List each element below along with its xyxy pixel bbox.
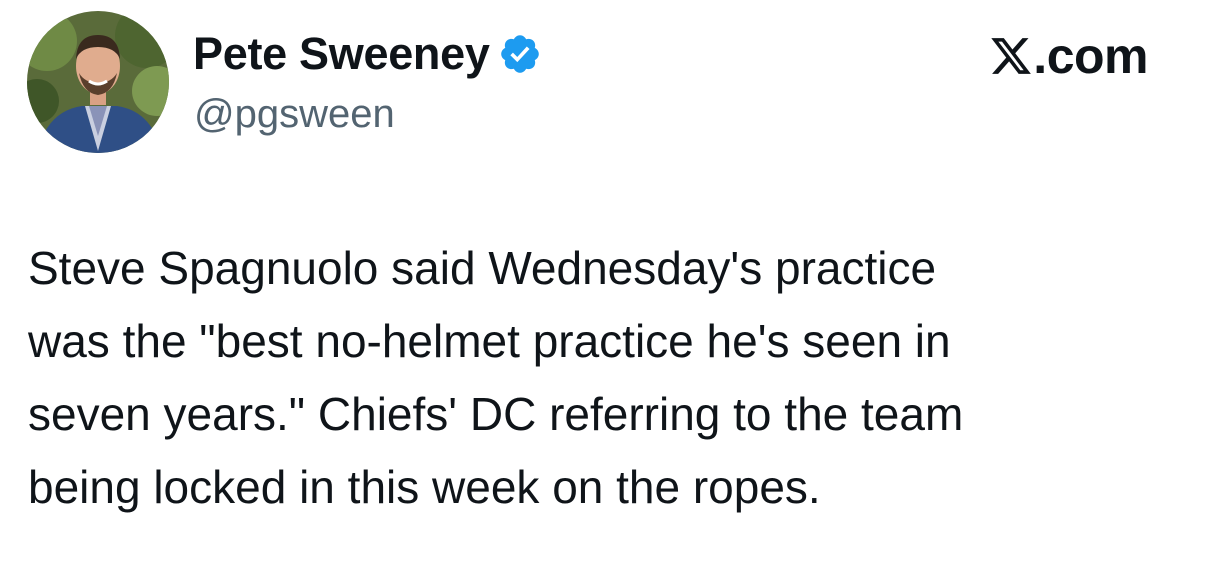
author-name[interactable]: Pete Sweeney [193, 24, 490, 84]
site-domain: .com [1033, 28, 1148, 84]
avatar[interactable] [27, 11, 169, 153]
author-handle[interactable]: @pgsween [194, 88, 395, 140]
site-mark[interactable]: .com [989, 26, 1148, 86]
author-name-row[interactable]: Pete Sweeney [193, 24, 542, 84]
x-logo-icon [989, 34, 1033, 78]
avatar-photo [27, 11, 169, 153]
tweet-text: Steve Spagnuolo said Wednesday's practic… [28, 242, 964, 513]
verified-badge-icon [498, 32, 542, 76]
